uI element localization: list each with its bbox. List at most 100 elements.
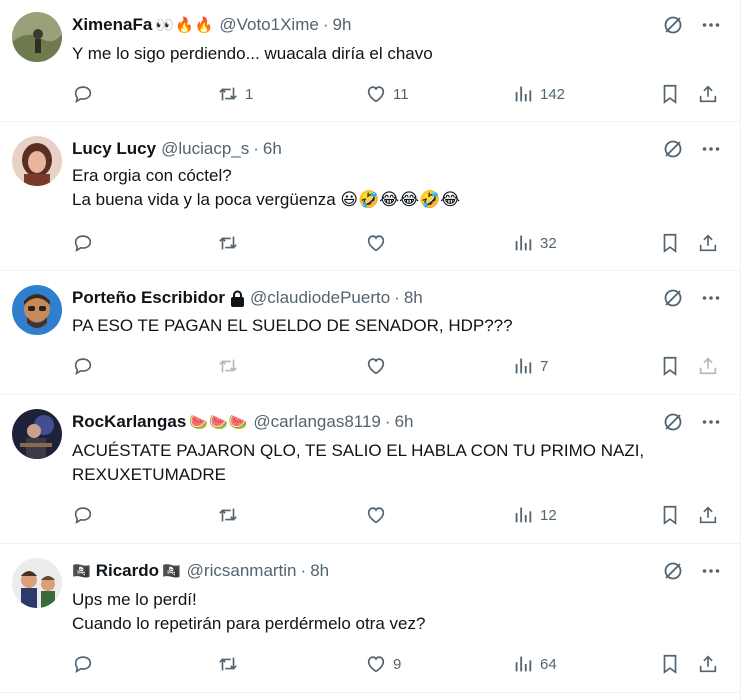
- bookmark-button[interactable]: [659, 83, 681, 105]
- tweet[interactable]: 🏴‍☠️ Ricardo 🏴‍☠️ @ricsanmartin · 8h Ups…: [0, 544, 741, 693]
- tweet-text: ACUÉSTATE PAJARON QLO, TE SALIO EL HABLA…: [72, 439, 644, 487]
- tweet-text-line: Y me lo sigo perdiendo... wuacala diría …: [72, 44, 433, 63]
- bookmark-button[interactable]: [659, 653, 681, 675]
- heart-icon: [367, 656, 385, 673]
- views-button[interactable]: 7: [512, 355, 548, 377]
- tweet-actions: 1 11 142: [72, 83, 722, 107]
- share-button[interactable]: [697, 232, 719, 254]
- share-button[interactable]: [697, 83, 719, 105]
- display-name[interactable]: Porteño Escribidor: [72, 288, 225, 308]
- views-button[interactable]: 64: [512, 653, 557, 675]
- tweet-top-actions: [663, 561, 721, 581]
- like-button[interactable]: [365, 232, 393, 254]
- timestamp[interactable]: 6h: [263, 139, 282, 159]
- timestamp[interactable]: 9h: [333, 15, 352, 35]
- tweet[interactable]: Porteño Escribidor @claudiodePuerto · 8h…: [0, 271, 741, 395]
- views-icon: [515, 86, 532, 102]
- protected-lock-icon: [231, 290, 245, 307]
- reply-button[interactable]: [72, 355, 100, 377]
- display-name[interactable]: XimenaFa: [72, 15, 152, 35]
- more-options-icon[interactable]: [701, 15, 721, 35]
- heart-icon: [367, 358, 385, 375]
- avatar[interactable]: [12, 12, 62, 62]
- separator: ·: [322, 15, 329, 34]
- like-button[interactable]: 9: [365, 653, 401, 675]
- retweet-button: [217, 355, 245, 377]
- share-icon: [699, 85, 717, 103]
- tweet[interactable]: Lucy Lucy @luciacp_s · 6h Era orgia con …: [0, 122, 741, 271]
- display-name[interactable]: RocKarlangas: [72, 412, 186, 432]
- more-options-icon[interactable]: [701, 412, 721, 432]
- retweet-button[interactable]: [217, 232, 245, 254]
- views-button[interactable]: 12: [512, 504, 557, 526]
- reply-button[interactable]: [72, 232, 100, 254]
- more-options-icon[interactable]: [701, 139, 721, 159]
- more-options-icon[interactable]: [701, 561, 721, 581]
- timestamp[interactable]: 8h: [404, 288, 423, 308]
- grok-icon[interactable]: [663, 561, 683, 581]
- tweet-text: Era orgia con cóctel? La buena vida y la…: [72, 164, 460, 212]
- retweet-icon: [219, 236, 237, 250]
- retweet-button[interactable]: [217, 504, 245, 526]
- grok-icon[interactable]: [663, 139, 683, 159]
- avatar[interactable]: [12, 136, 62, 186]
- tweet-text-line: Ups me lo perdí!: [72, 590, 197, 609]
- tweet[interactable]: XimenaFa 👀🔥🔥 @Voto1Xime · 9h Y me lo sig…: [0, 0, 741, 122]
- like-button[interactable]: [365, 355, 393, 377]
- heart-icon: [367, 235, 385, 252]
- like-button[interactable]: [365, 504, 393, 526]
- bookmark-button[interactable]: [659, 232, 681, 254]
- share-button: [697, 355, 719, 377]
- views-icon: [515, 358, 532, 374]
- bookmark-button[interactable]: [659, 504, 681, 526]
- tweet-text-line: REXUXETUMADRE: [72, 465, 226, 484]
- separator: ·: [253, 139, 259, 158]
- tweet[interactable]: RocKarlangas 🍉🍉🍉 @carlangas8119 · 6h ACU…: [0, 395, 741, 544]
- username[interactable]: @ricsanmartin: [187, 561, 297, 581]
- name-prefix-emoji: 🏴‍☠️: [72, 563, 92, 580]
- display-name[interactable]: Lucy Lucy: [72, 139, 156, 159]
- separator: ·: [300, 561, 307, 580]
- tweet-text-line: La buena vida y la poca vergüenza 😃🤣😂😂🤣😂: [72, 190, 461, 209]
- name-emoji: 🍉🍉🍉: [189, 414, 249, 431]
- timestamp[interactable]: 6h: [395, 412, 414, 432]
- tweet-text-line: Cuando lo repetirán para perdérmelo otra…: [72, 614, 426, 633]
- grok-icon[interactable]: [663, 288, 683, 308]
- tweet-text-line: ACUÉSTATE PAJARON QLO, TE SALIO EL HABLA…: [72, 441, 645, 460]
- grok-icon[interactable]: [663, 15, 683, 35]
- avatar[interactable]: [12, 285, 62, 335]
- tweet-header: 🏴‍☠️ Ricardo 🏴‍☠️ @ricsanmartin · 8h: [72, 560, 329, 582]
- tweet-text: Y me lo sigo perdiendo... wuacala diría …: [72, 42, 433, 66]
- views-button[interactable]: 142: [512, 83, 565, 105]
- avatar[interactable]: [12, 409, 62, 459]
- views-icon: [515, 507, 532, 523]
- grok-icon[interactable]: [663, 412, 683, 432]
- views-button[interactable]: 32: [512, 232, 557, 254]
- heart-icon: [367, 86, 385, 103]
- timestamp[interactable]: 8h: [310, 561, 329, 581]
- reply-button[interactable]: [72, 504, 100, 526]
- reply-button[interactable]: [72, 653, 100, 675]
- more-options-icon[interactable]: [701, 288, 721, 308]
- reply-timeline: XimenaFa 👀🔥🔥 @Voto1Xime · 9h Y me lo sig…: [0, 0, 741, 700]
- bookmark-button[interactable]: [659, 355, 681, 377]
- tweet-text: PA ESO TE PAGAN EL SUELDO DE SENADOR, HD…: [72, 314, 513, 338]
- tweet-actions: 7: [72, 355, 722, 379]
- username[interactable]: @claudiodePuerto: [250, 288, 390, 308]
- username[interactable]: @luciacp_s: [161, 139, 249, 159]
- username[interactable]: @Voto1Xime: [219, 15, 318, 35]
- avatar[interactable]: [12, 558, 62, 608]
- reply-icon: [74, 656, 92, 673]
- username[interactable]: @carlangas8119: [253, 412, 381, 432]
- retweet-button[interactable]: [217, 653, 245, 675]
- retweet-icon: [219, 657, 237, 671]
- bookmark-icon: [663, 356, 677, 376]
- share-button[interactable]: [697, 504, 719, 526]
- like-button[interactable]: 11: [365, 83, 409, 105]
- reply-button[interactable]: [72, 83, 100, 105]
- display-name[interactable]: Ricardo: [96, 561, 159, 581]
- retweet-button[interactable]: 1: [217, 83, 253, 105]
- reply-icon: [74, 358, 92, 375]
- share-button[interactable]: [697, 653, 719, 675]
- separator: ·: [384, 412, 391, 431]
